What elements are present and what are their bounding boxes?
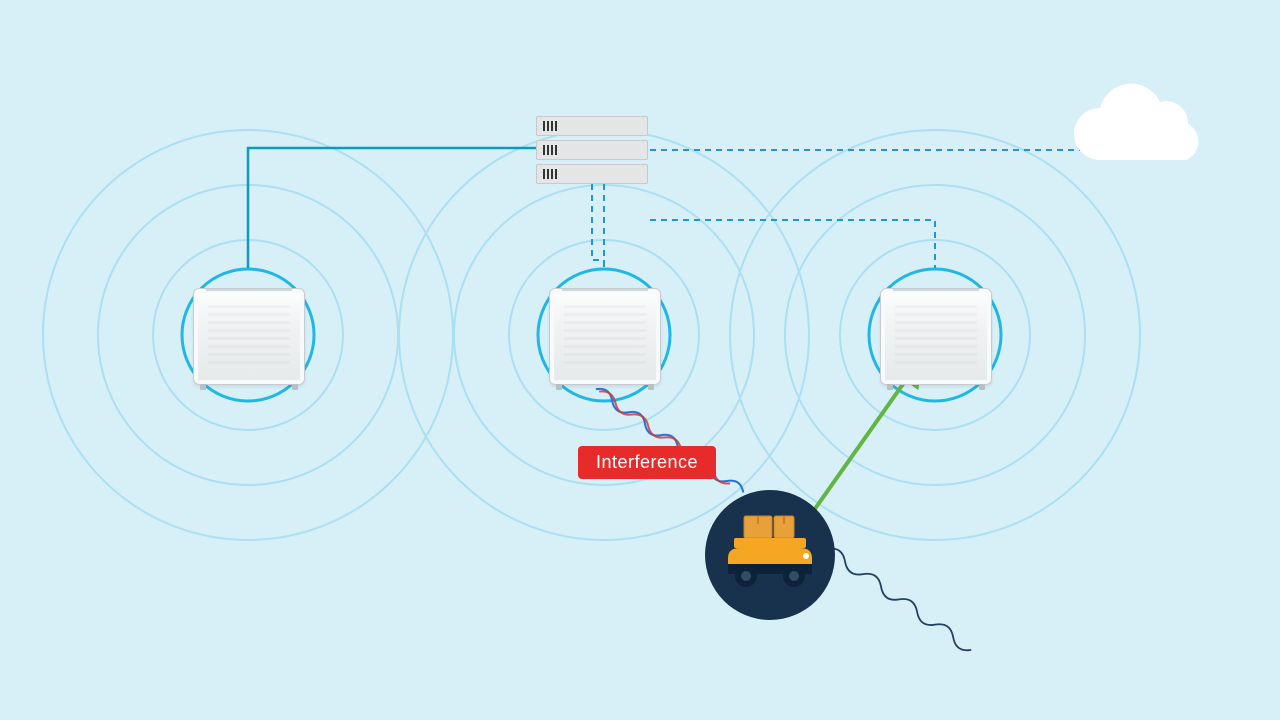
server-stack (536, 116, 648, 188)
connection-spiral (788, 360, 975, 654)
access-point-2 (549, 288, 661, 385)
access-point-1 (193, 288, 305, 385)
agv-robot (705, 490, 835, 620)
server-unit (536, 116, 648, 136)
access-point-3 (880, 288, 992, 385)
server-unit (536, 164, 648, 184)
cloud-icon (1074, 84, 1198, 160)
interference-spiral (593, 385, 746, 496)
interference-text: Interference (596, 452, 698, 472)
network-diagram: Interference (0, 0, 1280, 720)
interference-label: Interference (578, 446, 716, 479)
agv-robot-icon (720, 510, 820, 600)
server-unit (536, 140, 648, 160)
